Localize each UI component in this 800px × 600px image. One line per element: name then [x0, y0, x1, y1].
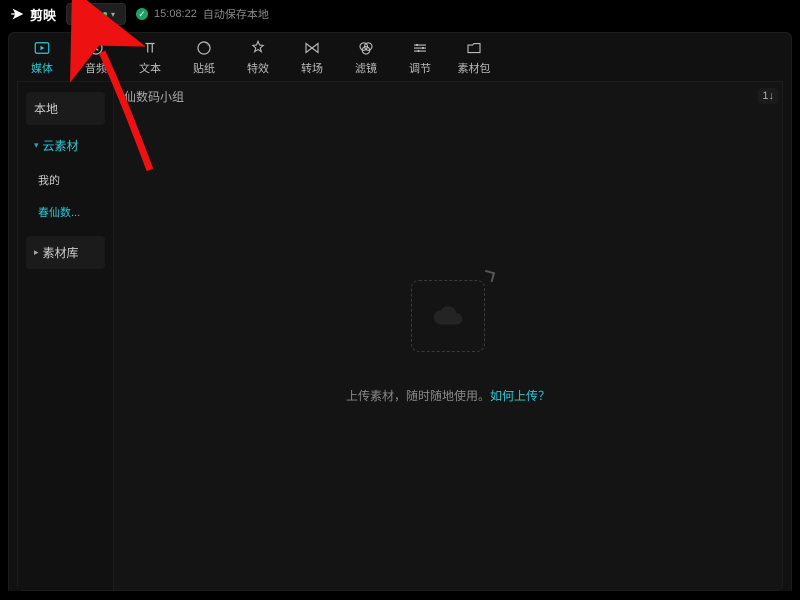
- media-icon: [32, 38, 52, 58]
- tab-text[interactable]: 文本: [125, 38, 175, 76]
- upload-drop-zone[interactable]: [411, 280, 485, 352]
- app-logo: 剪映: [10, 5, 56, 24]
- breadcrumb: 仙数码小组: [124, 88, 184, 105]
- sidebar-item-label: 素材库: [43, 244, 79, 261]
- tab-label: 音频: [85, 60, 107, 76]
- tab-audio[interactable]: 音频: [71, 38, 121, 76]
- save-status-text: 自动保存本地: [203, 6, 269, 22]
- content-body: 本地 ▾ 云素材 我的 春仙数... ▸ 素材库 仙数码小组 1↓: [17, 81, 783, 591]
- tab-sticker[interactable]: 贴纸: [179, 38, 229, 76]
- toolbar-container: 媒体 音频 文本 贴纸 特效 转场 滤镜 调节: [8, 32, 792, 591]
- adjust-icon: [410, 38, 430, 58]
- sidebar-item-library[interactable]: ▸ 素材库: [26, 236, 105, 269]
- transition-icon: [302, 38, 322, 58]
- sidebar-item-label: 本地: [34, 100, 58, 117]
- cloud-icon: [431, 299, 465, 333]
- tab-filter[interactable]: 滤镜: [341, 38, 391, 76]
- tab-pack[interactable]: 素材包: [449, 38, 499, 76]
- tab-label: 贴纸: [193, 60, 215, 76]
- save-status: ✓ 15:08:22 自动保存本地: [136, 6, 269, 22]
- menu-dot-icon: [103, 12, 107, 16]
- how-to-upload-link[interactable]: 如何上传？: [490, 389, 550, 403]
- menu-button[interactable]: 菜单 ▾: [66, 3, 126, 25]
- sidebar-item-cloud[interactable]: ▾ 云素材: [26, 129, 105, 162]
- filter-icon: [356, 38, 376, 58]
- tab-label: 转场: [301, 60, 323, 76]
- caret-right-icon: ▸: [34, 247, 39, 258]
- caret-down-icon: ▾: [34, 140, 39, 151]
- tab-label: 滤镜: [355, 60, 377, 76]
- category-toolbar: 媒体 音频 文本 贴纸 特效 转场 滤镜 调节: [9, 33, 791, 81]
- download-badge[interactable]: 1↓: [758, 88, 778, 104]
- tab-label: 文本: [139, 60, 161, 76]
- effect-icon: [248, 38, 268, 58]
- check-icon: ✓: [136, 8, 148, 20]
- upload-hint-text: 上传素材，随时随地使用。: [346, 389, 490, 403]
- tab-label: 特效: [247, 60, 269, 76]
- sidebar-item-cloud-mine[interactable]: 我的: [34, 166, 105, 194]
- sidebar-item-cloud-group[interactable]: 春仙数...: [34, 198, 105, 226]
- tab-label: 调节: [409, 60, 431, 76]
- sidebar: 本地 ▾ 云素材 我的 春仙数... ▸ 素材库: [18, 82, 114, 590]
- chevron-down-icon: ▾: [111, 10, 115, 19]
- tab-media[interactable]: 媒体: [17, 38, 67, 76]
- tab-label: 媒体: [31, 60, 53, 76]
- tab-adjust[interactable]: 调节: [395, 38, 445, 76]
- app-name: 剪映: [30, 5, 56, 24]
- main-panel: 仙数码小组 1↓ 上传素材，随时随地使用。如何上传？: [114, 82, 782, 590]
- text-icon: [140, 38, 160, 58]
- sticker-icon: [194, 38, 214, 58]
- upload-hint: 上传素材，随时随地使用。如何上传？: [114, 387, 782, 404]
- sidebar-item-label: 我的: [38, 172, 60, 188]
- titlebar: 剪映 菜单 ▾ ✓ 15:08:22 自动保存本地: [0, 0, 800, 28]
- pack-icon: [464, 38, 484, 58]
- sidebar-item-label: 云素材: [43, 137, 79, 154]
- tab-effect[interactable]: 特效: [233, 38, 283, 76]
- logo-icon: [10, 6, 26, 22]
- save-time: 15:08:22: [154, 8, 197, 20]
- tab-transition[interactable]: 转场: [287, 38, 337, 76]
- sidebar-item-label: 春仙数...: [38, 204, 80, 220]
- audio-icon: [86, 38, 106, 58]
- menu-label: 菜单: [77, 6, 99, 22]
- tab-label: 素材包: [458, 60, 491, 76]
- sidebar-item-local[interactable]: 本地: [26, 92, 105, 125]
